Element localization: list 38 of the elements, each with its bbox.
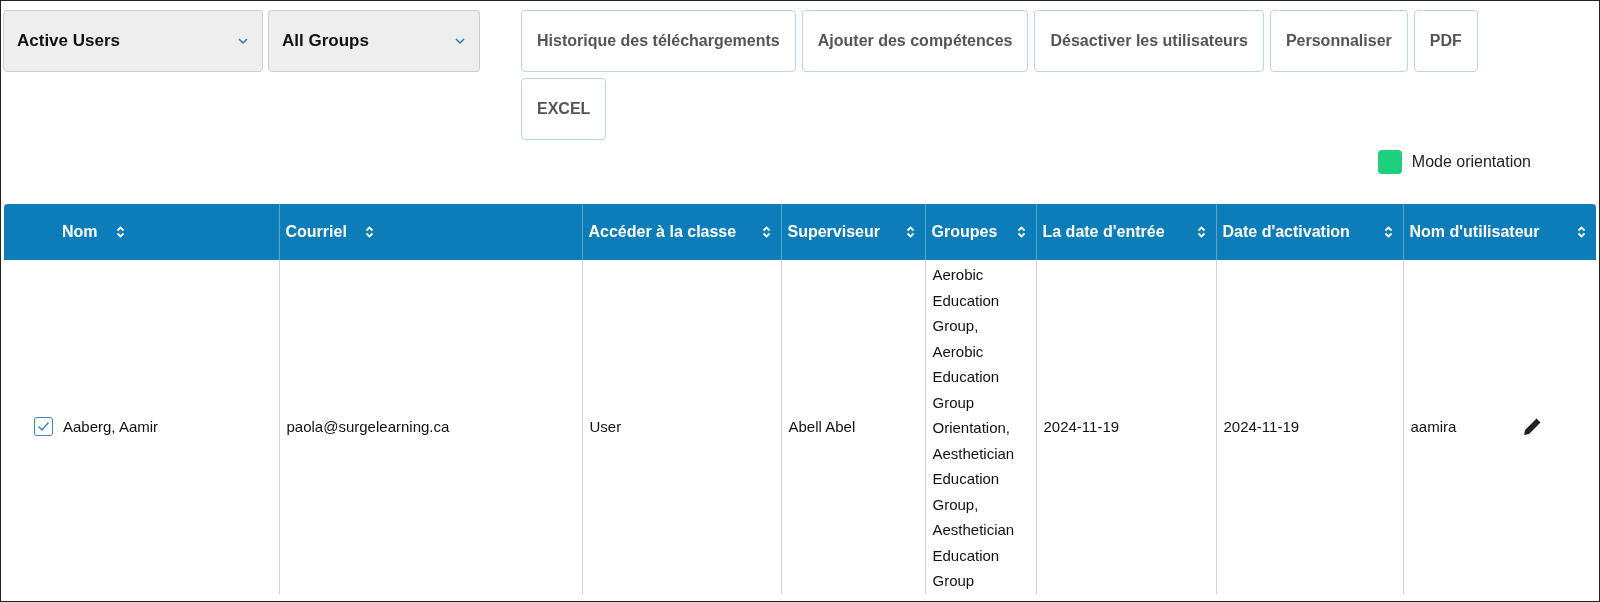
sort-icon[interactable] <box>1577 225 1586 239</box>
table-cell-text: aamira <box>1410 416 1457 437</box>
column-header[interactable]: Accéder à la classe <box>582 204 781 260</box>
toolbar-button[interactable]: EXCEL <box>521 78 607 140</box>
toolbar-button[interactable]: Désactiver les utilisateurs <box>1034 10 1264 72</box>
toolbar-button[interactable]: Historique des téléchargements <box>521 10 796 72</box>
table-cell: User <box>589 417 622 435</box>
toolbar-button[interactable]: Personnaliser <box>1269 10 1408 72</box>
sort-icon[interactable] <box>115 225 125 239</box>
sort-icon[interactable] <box>1016 225 1026 239</box>
dropdown[interactable]: Active Users <box>3 10 263 72</box>
column-header[interactable]: La date d'entrée <box>1036 204 1216 260</box>
table-cell: 2024-11-19 <box>1043 417 1120 435</box>
check-icon <box>37 421 50 433</box>
table-cell-text: Aaberg, Aamir <box>63 416 159 437</box>
column-header[interactable]: Superviseur <box>781 204 925 260</box>
sort-icon[interactable] <box>364 225 374 239</box>
table-cell: Aerobic Education Group, Aerobic Education Group Orientation, Aesthetician Education Group, Aesthetician Education Group <box>932 266 1015 589</box>
checkbox[interactable] <box>34 417 53 437</box>
sort-icon[interactable] <box>905 225 915 239</box>
sort-icon[interactable] <box>1383 225 1393 239</box>
pencil-icon[interactable] <box>1523 417 1541 436</box>
column-header[interactable]: Nom <box>4 204 279 260</box>
sort-icon[interactable] <box>1196 225 1206 239</box>
legend-label: Mode orientation <box>1411 152 1531 172</box>
column-header[interactable]: Courriel <box>279 204 582 260</box>
toolbar-button[interactable]: Ajouter des compétences <box>801 10 1029 72</box>
sort-icon[interactable] <box>761 225 771 239</box>
column-header[interactable]: Groupes <box>925 204 1036 260</box>
column-header[interactable]: Date d'activation <box>1216 204 1403 260</box>
table-cell: paola@surgelearning.ca <box>286 417 450 435</box>
chevron-down-icon <box>454 37 466 45</box>
toolbar-button[interactable]: PDF <box>1413 10 1478 72</box>
table-cell: 2024-11-19 <box>1223 417 1300 435</box>
dropdown[interactable]: All Groups <box>268 10 480 72</box>
column-header[interactable]: Nom d'utilisateur <box>1403 204 1596 260</box>
table-cell: Abell Abel <box>788 417 856 435</box>
chevron-down-icon <box>237 37 249 45</box>
